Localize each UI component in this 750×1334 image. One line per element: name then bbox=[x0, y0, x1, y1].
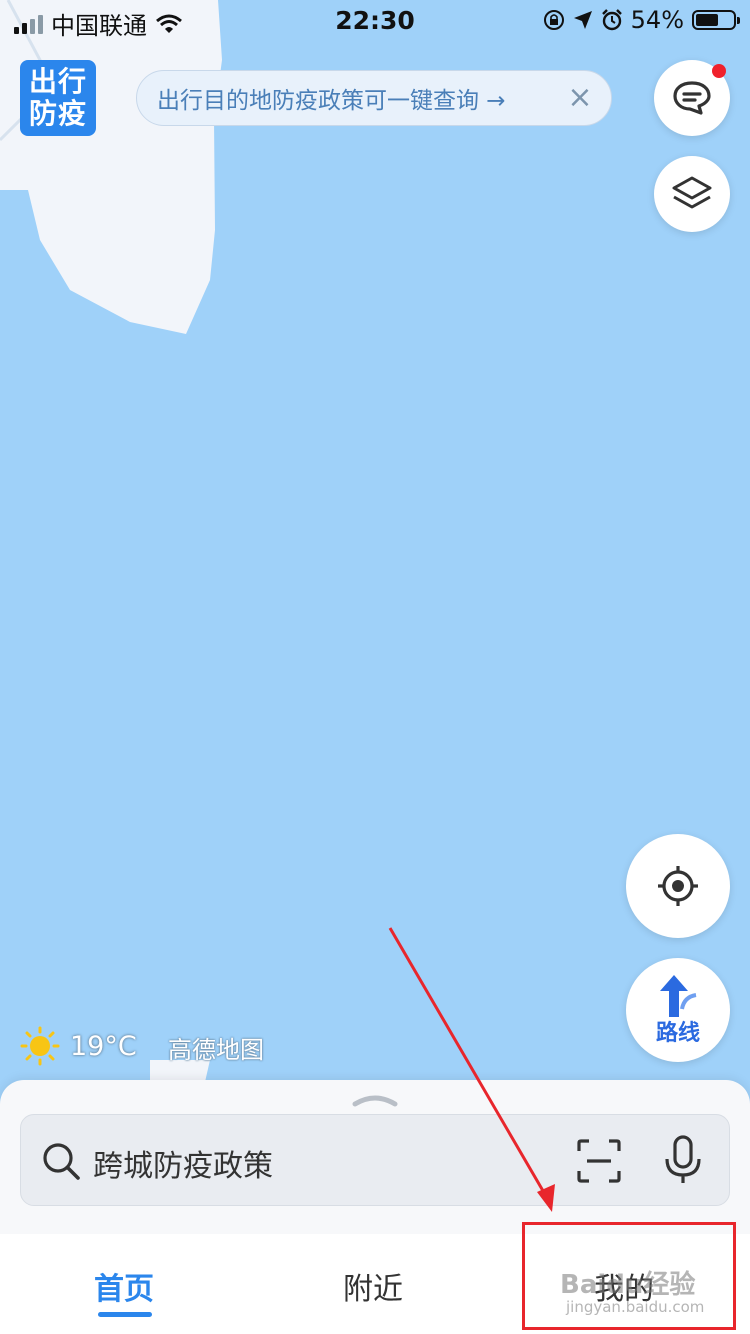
annotation-arrow bbox=[388, 927, 555, 1212]
watermark: Baidu经验 bbox=[560, 1270, 696, 1300]
watermark-url: jingyan.baidu.com bbox=[566, 1298, 705, 1316]
